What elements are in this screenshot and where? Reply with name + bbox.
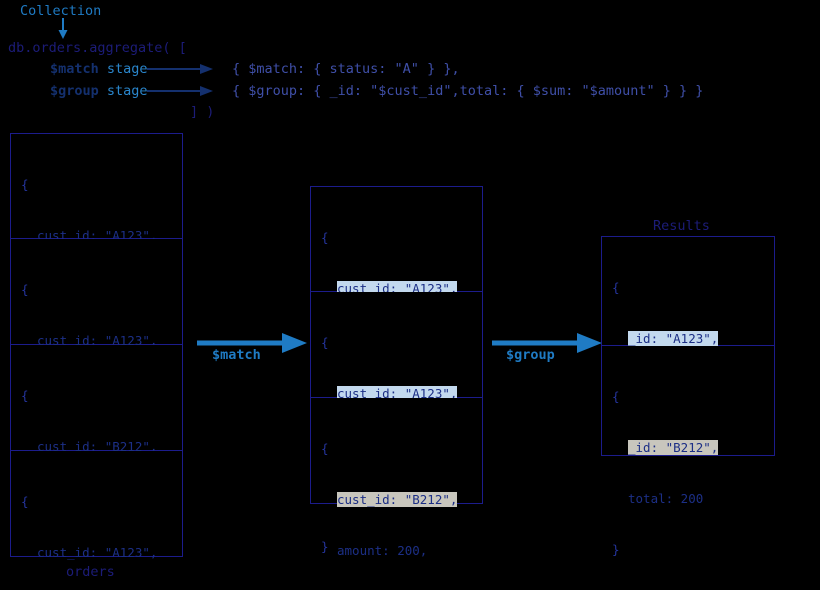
stage-connector-group-arrow-icon xyxy=(147,86,213,96)
orders-document-2: { cust_id: "A123", amount: 250, status: … xyxy=(10,239,183,501)
results-column: { _id: "A123", total: 750 } { _id: "B212… xyxy=(601,236,775,557)
matched-document-1: { cust_id: "A123", amount: 500, status: … xyxy=(310,186,483,449)
doc-open-brace: { xyxy=(21,177,29,192)
doc-open-brace: { xyxy=(321,230,329,245)
doc-open-brace: { xyxy=(21,388,29,403)
aggregation-pipeline-diagram: Collection db.orders.aggregate( [ $match… xyxy=(0,0,820,590)
doc-field-cust-id: cust_id: "A123", xyxy=(37,545,158,560)
doc-field-cust-id-highlighted: cust_id: "B212", xyxy=(337,492,458,507)
result-document-1: { _id: "A123", total: 750 } xyxy=(601,236,775,448)
doc-field-amount: amount: 200, xyxy=(337,543,428,558)
doc-field-total: total: 200 xyxy=(628,491,704,506)
results-column-caption: Results xyxy=(653,218,710,234)
matched-documents-column: { cust_id: "A123", amount: 500, status: … xyxy=(310,186,483,558)
orders-document-1: { cust_id: "A123", amount: 500, status: … xyxy=(10,133,183,396)
doc-open-brace: { xyxy=(612,280,620,295)
orders-document-3: { cust_id: "B212", amount: 200, status: … xyxy=(10,345,183,556)
result-document-2-text: { _id: "B212", total: 200 } xyxy=(612,354,719,590)
result-document-2: { _id: "B212", total: 200 } xyxy=(601,346,775,557)
doc-open-brace: { xyxy=(21,494,29,509)
stage-label-group-word: stage xyxy=(98,83,148,99)
orders-document-4: { cust_id: "A123", amount: 300, status: … xyxy=(10,451,183,560)
group-stage-arrow-label: $group xyxy=(506,347,555,363)
code-line-aggregate-open: db.orders.aggregate( [ xyxy=(8,40,187,56)
matched-document-3: { cust_id: "B212", amount: 200, status: … xyxy=(310,398,483,558)
orders-column-caption: orders xyxy=(66,564,115,580)
code-line-group-stage: { $group: { _id: "$cust_id",total: { $su… xyxy=(232,83,704,99)
match-stage-arrow-label: $match xyxy=(212,347,261,363)
matched-document-2: { cust_id: "A123", amount: 250, status: … xyxy=(310,292,483,554)
doc-open-brace: { xyxy=(21,282,29,297)
collection-pointer-arrow-icon xyxy=(58,18,68,39)
doc-open-brace: { xyxy=(321,441,329,456)
doc-open-brace: { xyxy=(612,389,620,404)
doc-field-id-highlighted: _id: "B212", xyxy=(628,440,719,455)
stage-label-group: $group stage xyxy=(50,83,148,99)
stage-label-match-op: $match xyxy=(50,61,99,77)
stage-label-group-op: $group xyxy=(50,83,99,99)
stage-connector-match-arrow-icon xyxy=(147,64,213,74)
stage-label-match: $match stage xyxy=(50,61,148,77)
code-line-match-stage: { $match: { status: "A" } }, xyxy=(232,61,460,77)
doc-field-id-highlighted: _id: "A123", xyxy=(628,331,719,346)
stage-label-match-word: stage xyxy=(98,61,148,77)
doc-open-brace: { xyxy=(321,335,329,350)
collection-label: Collection xyxy=(20,3,102,19)
code-line-aggregate-close: ] ) xyxy=(190,104,215,120)
doc-close-brace: } xyxy=(612,542,620,557)
matched-document-3-text: { cust_id: "B212", amount: 200, status: … xyxy=(321,406,458,590)
orders-collection-column: { cust_id: "A123", amount: 500, status: … xyxy=(10,133,183,560)
